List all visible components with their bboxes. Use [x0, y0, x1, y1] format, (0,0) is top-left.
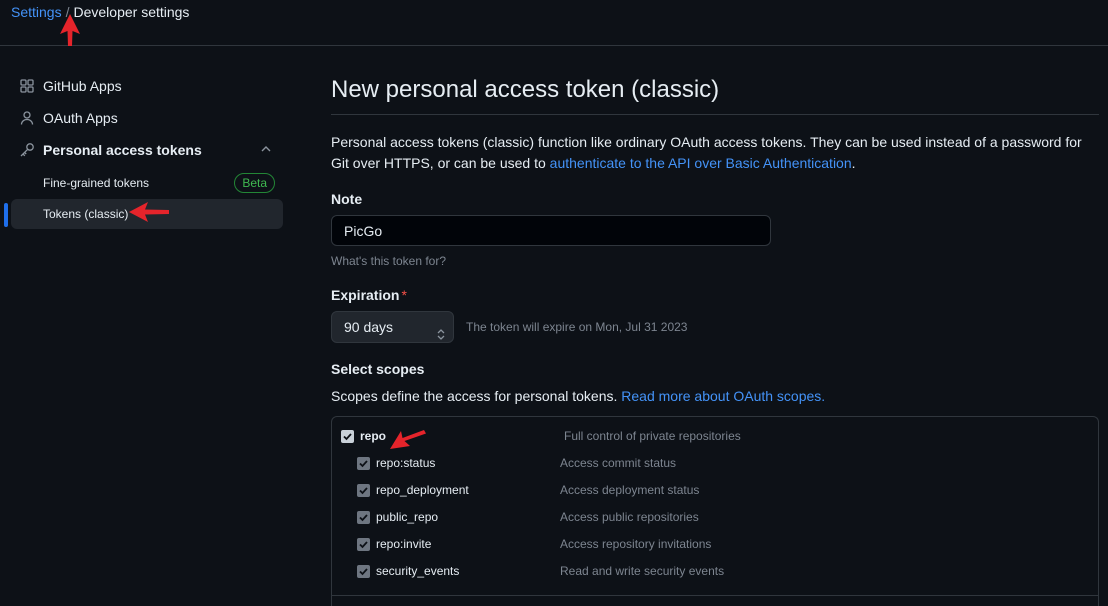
repo-checkbox[interactable] — [341, 430, 354, 443]
scope-row-repo: repo Full control of private repositorie… — [332, 427, 1098, 447]
top-bar: Settings / Developer settings — [0, 0, 1108, 46]
expiration-label: Expiration * — [331, 287, 407, 303]
annotation-arrow-repo-icon — [390, 430, 426, 449]
sidebar-item-label: Personal access tokens — [43, 142, 202, 158]
repo-invite-checkbox[interactable] — [357, 538, 370, 551]
scope-row-repo-invite: repo:invite Access repository invitation… — [332, 535, 1098, 555]
repo-status-checkbox[interactable] — [357, 457, 370, 470]
sidebar-item-label: GitHub Apps — [43, 78, 122, 94]
chevron-up-icon[interactable] — [259, 142, 273, 156]
security-events-checkbox[interactable] — [357, 565, 370, 578]
expiration-selected-value: 90 days — [344, 319, 394, 335]
oauth-scopes-link[interactable]: Read more about OAuth scopes. — [621, 388, 825, 404]
sidebar-item-personal-access-tokens[interactable]: Personal access tokens — [11, 134, 283, 166]
scope-name: repo_deployment — [376, 483, 469, 497]
page-description: Personal access tokens (classic) functio… — [331, 132, 1099, 174]
scope-name: repo:invite — [376, 537, 432, 551]
scope-row-public-repo: public_repo Access public repositories — [332, 508, 1098, 528]
scope-row-repo-deployment: repo_deployment Access deployment status — [332, 481, 1098, 501]
scope-description: Full control of private repositories — [564, 429, 741, 443]
key-icon — [19, 142, 35, 158]
basic-auth-link[interactable]: authenticate to the API over Basic Authe… — [550, 155, 852, 171]
scopes-label: Select scopes — [331, 361, 425, 377]
scopes-table: repo Full control of private repositorie… — [331, 416, 1099, 606]
note-input[interactable] — [331, 215, 771, 246]
checkmark-icon — [359, 514, 368, 522]
beta-badge: Beta — [234, 173, 275, 193]
annotation-arrow-up-icon — [60, 14, 80, 46]
scope-name: repo:status — [376, 456, 436, 470]
checkmark-icon — [343, 433, 352, 441]
scope-row-security-events: security_events Read and write security … — [332, 562, 1098, 582]
scope-name: security_events — [376, 564, 460, 578]
title-divider — [331, 114, 1099, 115]
repo-deployment-checkbox[interactable] — [357, 484, 370, 497]
checkmark-icon — [359, 487, 368, 495]
note-hint: What's this token for? — [331, 254, 447, 268]
scope-description: Access commit status — [560, 456, 677, 470]
scope-name: public_repo — [376, 510, 439, 524]
description-end: . — [851, 155, 856, 171]
breadcrumb-current: Developer settings — [73, 4, 190, 20]
breadcrumb: Settings / Developer settings — [11, 4, 189, 20]
public-repo-checkbox[interactable] — [357, 511, 370, 524]
expiration-label-text: Expiration — [331, 287, 400, 303]
select-arrows-icon — [437, 321, 445, 340]
scope-description: Read and write security events — [560, 564, 725, 578]
checkmark-icon — [359, 460, 368, 468]
sidebar-item-label: OAuth Apps — [43, 110, 118, 126]
sidebar-item-github-apps[interactable]: GitHub Apps — [11, 70, 283, 102]
active-indicator — [4, 203, 8, 227]
sidebar-item-label: Tokens (classic) — [43, 207, 129, 221]
required-mark: * — [401, 287, 407, 303]
checkmark-icon — [359, 541, 368, 549]
scopes-description: Scopes define the access for personal to… — [331, 388, 825, 404]
scope-description: Access repository invitations — [560, 537, 712, 551]
scope-row-repo-status: repo:status Access commit status — [332, 454, 1098, 474]
expiration-note: The token will expire on Mon, Jul 31 202… — [466, 320, 688, 334]
sidebar-item-fine-grained-tokens[interactable]: Fine-grained tokens Beta — [11, 168, 283, 198]
scopes-description-text: Scopes define the access for personal to… — [331, 388, 622, 404]
sidebar-item-label: Fine-grained tokens — [43, 176, 150, 190]
sidebar-item-oauth-apps[interactable]: OAuth Apps — [11, 102, 283, 134]
expiration-select[interactable]: 90 days — [331, 311, 454, 343]
apps-grid-icon — [19, 78, 35, 94]
breadcrumb-settings-link[interactable]: Settings — [11, 4, 62, 20]
scope-name: repo — [360, 429, 387, 443]
scope-description: Access deployment status — [560, 483, 700, 497]
page-title: New personal access token (classic) — [331, 76, 720, 103]
scope-description: Access public repositories — [560, 510, 699, 524]
person-icon — [19, 110, 35, 126]
annotation-arrow-left-icon — [129, 202, 169, 222]
note-label: Note — [331, 191, 363, 207]
checkmark-icon — [359, 568, 368, 576]
